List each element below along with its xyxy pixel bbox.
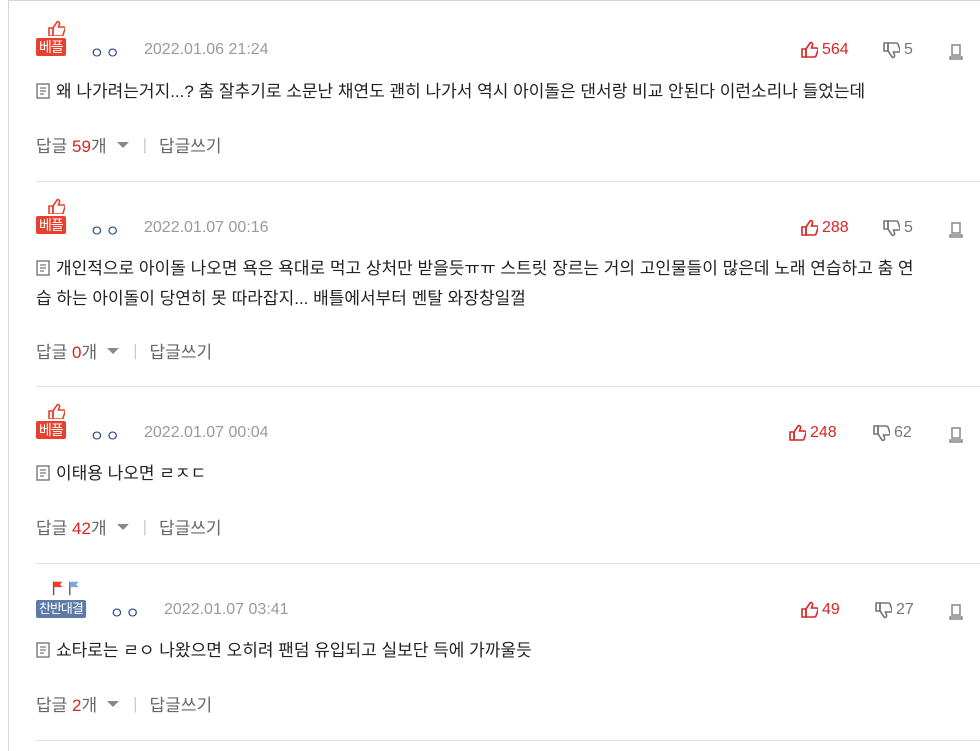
comment-body-line1: 개인적으로 아이돌 나오면 욕은 욕대로 먹고 상처만 받을듯ㅠㅠ 스트릿 장르…: [56, 259, 914, 278]
comment-date: 2022.01.07 00:16: [144, 219, 269, 236]
document-icon: [36, 642, 50, 658]
write-reply-link[interactable]: 답글쓰기: [150, 691, 213, 716]
upvote-button[interactable]: 564: [800, 41, 849, 59]
thumbs-up-icon: [789, 424, 806, 441]
badge-label: 베플: [36, 38, 66, 56]
write-reply-link[interactable]: 답글쓰기: [150, 338, 213, 363]
thumbs-up-icon: [801, 41, 818, 58]
downvote-count: 62: [894, 424, 912, 441]
reply-toggle[interactable]: 답글 2개: [36, 691, 97, 716]
thumbs-down-icon: [883, 42, 900, 59]
comment-body: 왜 나가려는거지...? 춤 잘추기로 소문난 채연도 괜히 나가서 역시 아이…: [56, 82, 866, 101]
reply-suffix: 개: [81, 696, 98, 715]
comment-text: 개인적으로 아이돌 나오면 욕은 욕대로 먹고 상처만 받을듯ㅠㅠ 스트릿 장르…: [36, 254, 966, 314]
comment-text: 왜 나가려는거지...? 춤 잘추기로 소문난 채연도 괜히 나가서 역시 아이…: [36, 77, 966, 107]
reply-label: 답글: [36, 519, 68, 538]
best-badge: 베플: [36, 20, 76, 56]
best-badge: 베플: [36, 198, 76, 234]
comment-date: 2022.01.07 03:41: [164, 601, 289, 618]
document-icon: [36, 465, 50, 481]
upvote-count: 49: [822, 601, 840, 618]
vs-badge: 찬반대결: [36, 580, 106, 618]
comment-body: 쇼타로는 ㄹㅇ 나왔으면 오히려 팬덤 유입되고 실보단 득에 가까울듯: [56, 641, 532, 660]
author-nick[interactable]: ㅇㅇ: [110, 602, 142, 623]
separator: |: [133, 693, 138, 713]
document-icon: [36, 83, 50, 99]
reply-label: 답글: [36, 696, 68, 715]
downvote-button[interactable]: 62: [872, 424, 912, 442]
flags-icon: [52, 581, 79, 596]
chevron-down-icon[interactable]: [116, 523, 129, 530]
separator: |: [133, 340, 138, 360]
comment-date: 2022.01.06 21:24: [144, 41, 269, 58]
downvote-count: 5: [904, 219, 913, 236]
author-nick[interactable]: ㅇㅇ: [90, 42, 122, 63]
upvote-button[interactable]: 248: [788, 424, 837, 442]
author-nick[interactable]: ㅇㅇ: [90, 425, 122, 446]
best-badge: 베플: [36, 403, 76, 439]
reply-label: 답글: [36, 137, 68, 156]
reply-bar: 답글 0개 | 답글쓰기: [36, 338, 212, 363]
downvote-count: 27: [896, 601, 914, 618]
reply-toggle[interactable]: 답글 0개: [36, 338, 97, 363]
write-reply-link[interactable]: 답글쓰기: [159, 132, 222, 157]
separator: |: [142, 134, 147, 154]
thumbs-up-icon: [801, 219, 818, 236]
upvote-button[interactable]: 49: [800, 601, 840, 619]
thumbs-up-icon: [801, 601, 818, 618]
reply-count: 42: [72, 519, 91, 538]
reply-suffix: 개: [81, 343, 98, 362]
reply-toggle[interactable]: 답글 59개: [36, 132, 107, 157]
reply-suffix: 개: [90, 137, 107, 156]
report-icon[interactable]: [948, 221, 964, 239]
chevron-down-icon[interactable]: [107, 700, 120, 707]
downvote-button[interactable]: 5: [882, 219, 913, 237]
reply-label: 답글: [36, 343, 68, 362]
comment-date: 2022.01.07 00:04: [144, 424, 269, 441]
report-icon[interactable]: [948, 43, 964, 61]
divider: [36, 181, 980, 182]
reply-suffix: 개: [90, 519, 107, 538]
badge-label: 베플: [36, 216, 66, 234]
downvote-button[interactable]: 27: [874, 601, 914, 619]
thumbs-down-icon: [873, 425, 890, 442]
comment-body-line2: 습 하는 아이돌이 당연히 못 따라잡지... 배틀에서부터 멘탈 와장창일껄: [36, 289, 526, 308]
write-reply-link[interactable]: 답글쓰기: [159, 514, 222, 539]
document-icon: [36, 260, 50, 276]
badge-label: 찬반대결: [36, 600, 86, 618]
thumbs-up-icon: [48, 20, 65, 36]
separator: |: [142, 516, 147, 536]
upvote-button[interactable]: 288: [800, 219, 849, 237]
downvote-count: 5: [904, 41, 913, 58]
divider: [36, 386, 980, 387]
thumbs-down-icon: [883, 220, 900, 237]
reply-bar: 답글 42개 | 답글쓰기: [36, 514, 222, 539]
report-icon[interactable]: [948, 603, 964, 621]
chevron-down-icon[interactable]: [107, 347, 120, 354]
upvote-count: 564: [822, 41, 849, 58]
comment-body: 이태용 나오면 ㄹㅈㄷ: [56, 464, 207, 483]
thumbs-up-icon: [48, 403, 65, 419]
upvote-count: 288: [822, 219, 849, 236]
divider: [36, 563, 980, 564]
reply-count: 59: [72, 137, 91, 156]
reply-bar: 답글 59개 | 답글쓰기: [36, 132, 222, 157]
badge-label: 베플: [36, 421, 66, 439]
author-nick[interactable]: ㅇㅇ: [90, 220, 122, 241]
divider: [36, 740, 980, 741]
thumbs-down-icon: [875, 602, 892, 619]
downvote-button[interactable]: 5: [882, 41, 913, 59]
comment-text: 이태용 나오면 ㄹㅈㄷ: [36, 459, 966, 489]
chevron-down-icon[interactable]: [116, 141, 129, 148]
thumbs-up-icon: [48, 198, 65, 214]
reply-bar: 답글 2개 | 답글쓰기: [36, 691, 212, 716]
upvote-count: 248: [810, 424, 837, 441]
report-icon[interactable]: [948, 426, 964, 444]
reply-toggle[interactable]: 답글 42개: [36, 514, 107, 539]
comment-text: 쇼타로는 ㄹㅇ 나왔으면 오히려 팬덤 유입되고 실보단 득에 가까울듯: [36, 636, 966, 666]
